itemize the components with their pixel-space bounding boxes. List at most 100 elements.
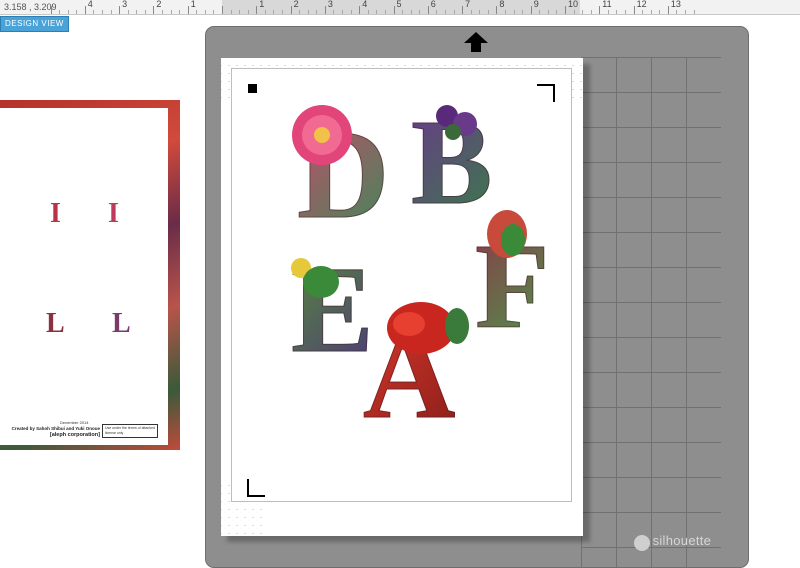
preview-page[interactable]: I I L L December 2014 Created by Sahoh S… [0, 100, 180, 450]
red-flower-decoration [387, 302, 469, 354]
ruler-minor-tick [453, 10, 455, 14]
ruler-minor-tick [333, 10, 335, 14]
ruler-minor-tick [316, 10, 318, 14]
ruler-number: 3 [122, 0, 128, 9]
ruler-minor-tick [444, 10, 446, 14]
ruler-number: 1 [190, 0, 196, 9]
ruler-minor-tick [625, 10, 627, 14]
ruler-minor-tick [127, 10, 129, 14]
ruler-minor-tick [342, 10, 344, 14]
preview-inner-page: I I L L December 2014 Created by Sahoh S… [0, 108, 168, 445]
ruler-minor-tick [590, 10, 592, 14]
purple-flower-decoration [436, 105, 477, 140]
mat-grid [581, 57, 721, 567]
ruler-minor-tick [693, 10, 695, 14]
ruler-number: 7 [465, 0, 471, 9]
ruler-minor-tick [179, 10, 181, 14]
ruler-minor-tick [101, 10, 103, 14]
credit-organization: [aleph corporation] [49, 432, 100, 438]
ruler-minor-tick [582, 10, 584, 14]
ruler-minor-tick [547, 10, 549, 14]
ruler-minor-tick [273, 10, 275, 14]
ruler-minor-tick [247, 10, 249, 14]
ruler-minor-tick [230, 10, 232, 14]
license-note-box: Use under the terms of attached license … [102, 424, 158, 438]
ruler-minor-tick [607, 10, 609, 14]
ruler-minor-tick [650, 10, 652, 14]
ruler-number: 6 [430, 0, 436, 9]
ruler-minor-tick [376, 10, 378, 14]
ruler-minor-tick [676, 10, 678, 14]
ruler-number: 2 [156, 0, 162, 9]
ruler-minor-tick [59, 10, 61, 14]
ruler-minor-tick [479, 10, 481, 14]
ruler-number: 1 [259, 0, 265, 9]
mini-letter: I [50, 198, 61, 229]
ruler-minor-tick [513, 10, 515, 14]
ruler-minor-tick [419, 10, 421, 14]
ruler-number: 5 [396, 0, 402, 9]
ruler-minor-tick [470, 10, 472, 14]
leaf-decoration [487, 210, 527, 258]
ruler-minor-tick [299, 10, 301, 14]
ruler-minor-tick [170, 10, 172, 14]
ruler-minor-tick [659, 10, 661, 14]
ruler-minor-tick [384, 10, 386, 14]
ruler-minor-tick [307, 10, 309, 14]
ruler-minor-tick [239, 10, 241, 14]
ruler-minor-tick [110, 10, 112, 14]
ruler-number: 4 [87, 0, 93, 9]
top-ruler: 3.158 , 3.209 1 2 3 4 5 6 7 8 9 10 11 12 13 4 3 2 1 [0, 0, 800, 15]
ruler-minor-tick [573, 10, 575, 14]
ruler-number: 13 [670, 0, 681, 9]
ruler-minor-tick [67, 10, 69, 14]
ruler-major-tick [50, 6, 52, 14]
registration-mark-square [248, 84, 257, 93]
ruler-minor-tick [196, 10, 198, 14]
ruler-number: 10 [568, 0, 579, 9]
ruler-number: 8 [499, 0, 505, 9]
registration-mark-bottom-left [247, 479, 265, 497]
ruler-minor-tick [350, 10, 352, 14]
ruler-minor-tick [616, 10, 618, 14]
design-view-tab[interactable]: DESIGN VIEW [0, 16, 69, 32]
ruler-minor-tick [556, 10, 558, 14]
ruler-minor-tick [93, 10, 95, 14]
ruler-number: 12 [636, 0, 647, 9]
ruler-minor-tick [136, 10, 138, 14]
ruler-minor-tick [504, 10, 506, 14]
ruler-minor-tick [367, 10, 369, 14]
ruler-major-tick [222, 6, 223, 14]
ruler-minor-tick [402, 10, 404, 14]
ruler-minor-tick [264, 10, 266, 14]
ruler-minor-tick [144, 10, 146, 14]
ruler-minor-tick [204, 10, 206, 14]
ruler-number: 3 [327, 0, 333, 9]
brand-text: silhouette [652, 533, 712, 548]
ruler-minor-tick [642, 10, 644, 14]
yellow-flower-decoration [291, 258, 339, 298]
ruler-minor-tick [685, 10, 687, 14]
ruler-minor-tick [282, 10, 284, 14]
ruler-minor-tick [410, 10, 412, 14]
arrow-up-icon[interactable] [463, 31, 489, 53]
ruler-minor-tick [539, 10, 541, 14]
ruler-number: 9 [533, 0, 539, 9]
mini-letter: L [112, 308, 131, 339]
credit-text: Created by Sahoh Shibui and Yuki Onoue [… [5, 426, 100, 438]
ruler-number: 11 [602, 0, 612, 9]
ruler-number: 2 [293, 0, 299, 9]
paper-sheet[interactable]: D B E F A [221, 58, 583, 536]
ruler-minor-tick [76, 10, 78, 14]
ruler-minor-tick [161, 10, 163, 14]
mini-letter: L [46, 308, 65, 339]
ruler-minor-tick [213, 10, 215, 14]
ruler-minor-tick [487, 10, 489, 14]
pink-flower-decoration [292, 105, 352, 165]
registration-mark-top-right [537, 84, 555, 102]
ruler-minor-tick [522, 10, 524, 14]
mat-brand-label: silhouette [633, 533, 711, 548]
preview-date: December 2014 [60, 420, 89, 425]
ruler-minor-tick [436, 10, 438, 14]
mini-letter: I [108, 198, 119, 229]
